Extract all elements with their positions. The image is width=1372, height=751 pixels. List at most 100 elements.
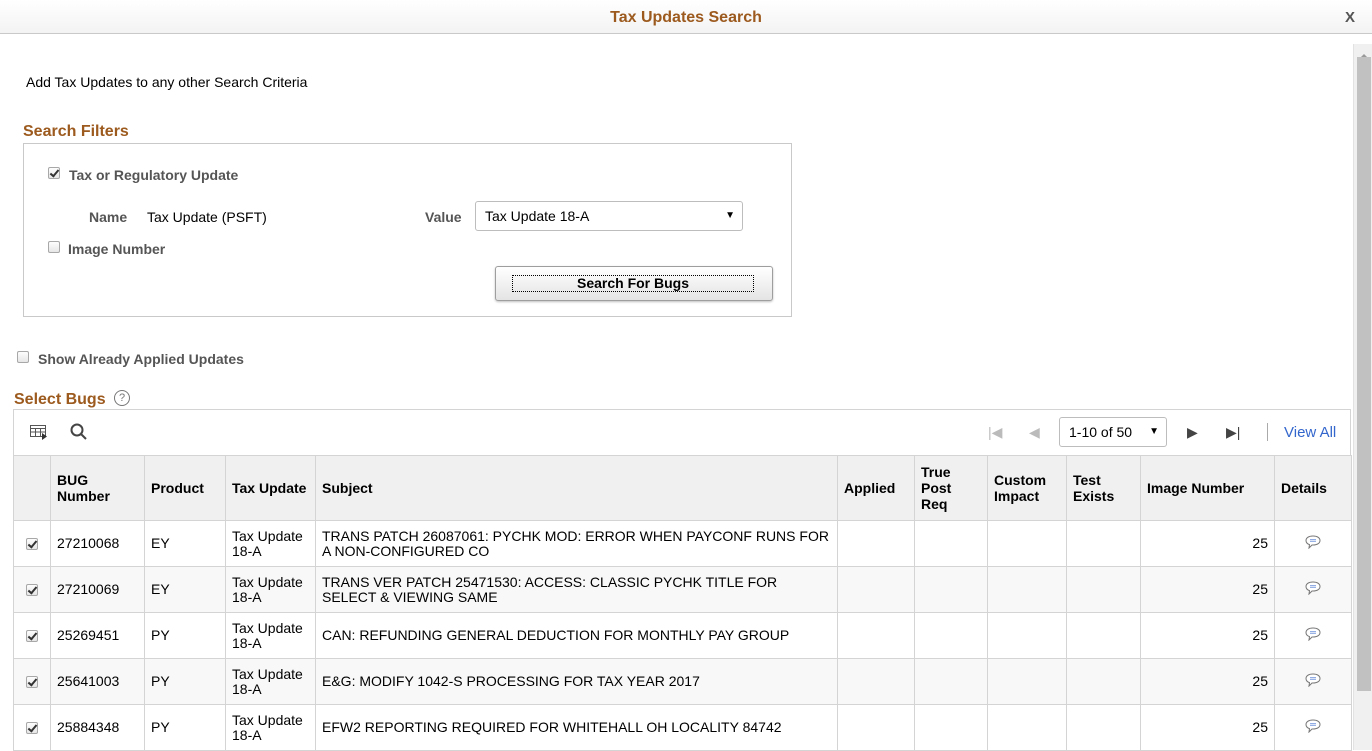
details-speech-bubble-icon[interactable] (1305, 535, 1321, 550)
bugs-grid: BUG Number Product Tax Update Subject Ap… (13, 455, 1352, 751)
details-cell (1274, 566, 1352, 613)
page-range-text: 1-10 of 50 (1069, 424, 1133, 440)
row-select-cell (13, 612, 51, 659)
view-all-link[interactable]: View All (1284, 424, 1336, 441)
select-bugs-title: Select Bugs (14, 391, 106, 408)
row-select-cell (13, 566, 51, 613)
col-header-custom-impact[interactable]: Custom Impact (987, 455, 1067, 521)
tax-update-cell: Tax Update 18-A (225, 566, 316, 613)
table-row: 25641003 PY Tax Update 18-A E&G: MODIFY 104… (13, 658, 1352, 705)
show-applied-checkbox[interactable] (17, 351, 29, 363)
name-label: Name (89, 209, 128, 225)
first-page-icon[interactable]: |◀ (988, 424, 1002, 441)
image-number-cell: 25 (1140, 658, 1275, 705)
grid-personalize-icon[interactable] (30, 424, 48, 443)
show-applied-label: Show Already Applied Updates (38, 351, 244, 367)
details-speech-bubble-icon[interactable] (1305, 581, 1321, 596)
row-select-cell (13, 704, 51, 751)
subject-cell: TRANS PATCH 26087061: PYCHK MOD: ERROR W… (315, 520, 838, 567)
applied-cell (837, 704, 915, 751)
row-select-checkbox[interactable] (26, 538, 38, 551)
custom-impact-cell (987, 704, 1067, 751)
true-post-req-cell (914, 612, 988, 659)
details-cell (1274, 704, 1352, 751)
true-post-req-cell (914, 658, 988, 705)
col-header-true-post-req[interactable]: True Post Req (914, 455, 988, 521)
value-label: Value (425, 209, 462, 225)
row-select-checkbox[interactable] (26, 676, 38, 689)
bug-number-cell: 27210068 (50, 520, 145, 567)
col-header-image-number[interactable]: Image Number (1140, 455, 1275, 521)
value-select[interactable]: Tax Update 18-A ▼ (475, 201, 743, 231)
tax-update-cell: Tax Update 18-A (225, 612, 316, 659)
last-page-icon[interactable]: ▶| (1226, 424, 1240, 441)
test-exists-cell (1066, 612, 1141, 659)
image-number-cell: 25 (1140, 566, 1275, 613)
image-number-cell: 25 (1140, 520, 1275, 567)
image-number-checkbox[interactable] (48, 241, 60, 253)
image-number-checkbox-label: Image Number (68, 241, 166, 257)
applied-cell (837, 658, 915, 705)
col-header-test-exists[interactable]: Test Exists (1066, 455, 1141, 521)
table-row: 25884348 PY Tax Update 18-A EFW2 REPORTING … (13, 704, 1352, 751)
row-select-cell (13, 658, 51, 705)
col-header-product[interactable]: Product (144, 455, 226, 521)
subject-cell: EFW2 REPORTING REQUIRED FOR WHITEHALL OH… (315, 704, 838, 751)
subject-cell: TRANS VER PATCH 25471530: ACCESS: CLASSI… (315, 566, 838, 613)
product-cell: PY (144, 704, 226, 751)
image-number-cell: 25 (1140, 704, 1275, 751)
dropdown-arrow-icon: ▼ (725, 210, 735, 221)
details-cell (1274, 612, 1352, 659)
bug-number-cell: 25884348 (50, 704, 145, 751)
bug-number-cell: 25269451 (50, 612, 145, 659)
true-post-req-cell (914, 566, 988, 613)
vertical-scrollbar[interactable] (1353, 44, 1372, 750)
tax-update-cell: Tax Update 18-A (225, 704, 316, 751)
intro-text: Add Tax Updates to any other Search Crit… (26, 74, 308, 90)
value-select-text: Tax Update 18-A (485, 208, 590, 224)
help-icon[interactable]: ? (114, 390, 130, 406)
tax-update-checkbox[interactable] (48, 167, 60, 179)
image-number-cell: 25 (1140, 612, 1275, 659)
true-post-req-cell (914, 520, 988, 567)
row-select-cell (13, 520, 51, 567)
bug-number-cell: 27210069 (50, 566, 145, 613)
col-header-subject[interactable]: Subject (315, 455, 838, 521)
row-select-checkbox[interactable] (26, 584, 38, 597)
col-header-bug-number[interactable]: BUG Number (50, 455, 145, 521)
toolbar-separator (1267, 423, 1268, 441)
details-cell (1274, 520, 1352, 567)
close-button[interactable]: X (1345, 9, 1355, 26)
row-select-checkbox[interactable] (26, 630, 38, 643)
col-header-details: Details (1274, 455, 1352, 521)
previous-page-icon[interactable]: ◀ (1029, 424, 1040, 441)
col-header-applied[interactable]: Applied (837, 455, 915, 521)
table-row: 25269451 PY Tax Update 18-A CAN: REFUNDING … (13, 612, 1352, 659)
product-cell: EY (144, 520, 226, 567)
page-range-select[interactable]: 1-10 of 50 ▼ (1059, 417, 1167, 447)
tax-update-cell: Tax Update 18-A (225, 520, 316, 567)
details-speech-bubble-icon[interactable] (1305, 719, 1321, 734)
custom-impact-cell (987, 612, 1067, 659)
grid-header-row: BUG Number Product Tax Update Subject Ap… (13, 455, 1352, 521)
grid-toolbar: |◀ ◀ 1-10 of 50 ▼ ▶ ▶| View All (13, 409, 1351, 456)
custom-impact-cell (987, 566, 1067, 613)
scrollbar-thumb[interactable] (1357, 57, 1371, 691)
applied-cell (837, 520, 915, 567)
find-in-grid-icon[interactable] (70, 423, 88, 444)
name-value: Tax Update (PSFT) (147, 209, 267, 225)
bug-number-cell: 25641003 (50, 658, 145, 705)
test-exists-cell (1066, 520, 1141, 567)
table-row: 27210068 EY Tax Update 18-A TRANS PATCH 260… (13, 520, 1352, 567)
col-header-tax-update[interactable]: Tax Update (225, 455, 316, 521)
table-row: 27210069 EY Tax Update 18-A TRANS VER PATCH… (13, 566, 1352, 613)
details-speech-bubble-icon[interactable] (1305, 627, 1321, 642)
modal-title: Tax Updates Search (610, 9, 762, 26)
next-page-icon[interactable]: ▶ (1187, 424, 1198, 441)
details-speech-bubble-icon[interactable] (1305, 673, 1321, 688)
subject-cell: CAN: REFUNDING GENERAL DEDUCTION FOR MON… (315, 612, 838, 659)
product-cell: PY (144, 658, 226, 705)
search-for-bugs-button[interactable]: Search For Bugs (495, 266, 773, 301)
tax-update-checkbox-label: Tax or Regulatory Update (69, 167, 239, 183)
row-select-checkbox[interactable] (26, 722, 38, 735)
